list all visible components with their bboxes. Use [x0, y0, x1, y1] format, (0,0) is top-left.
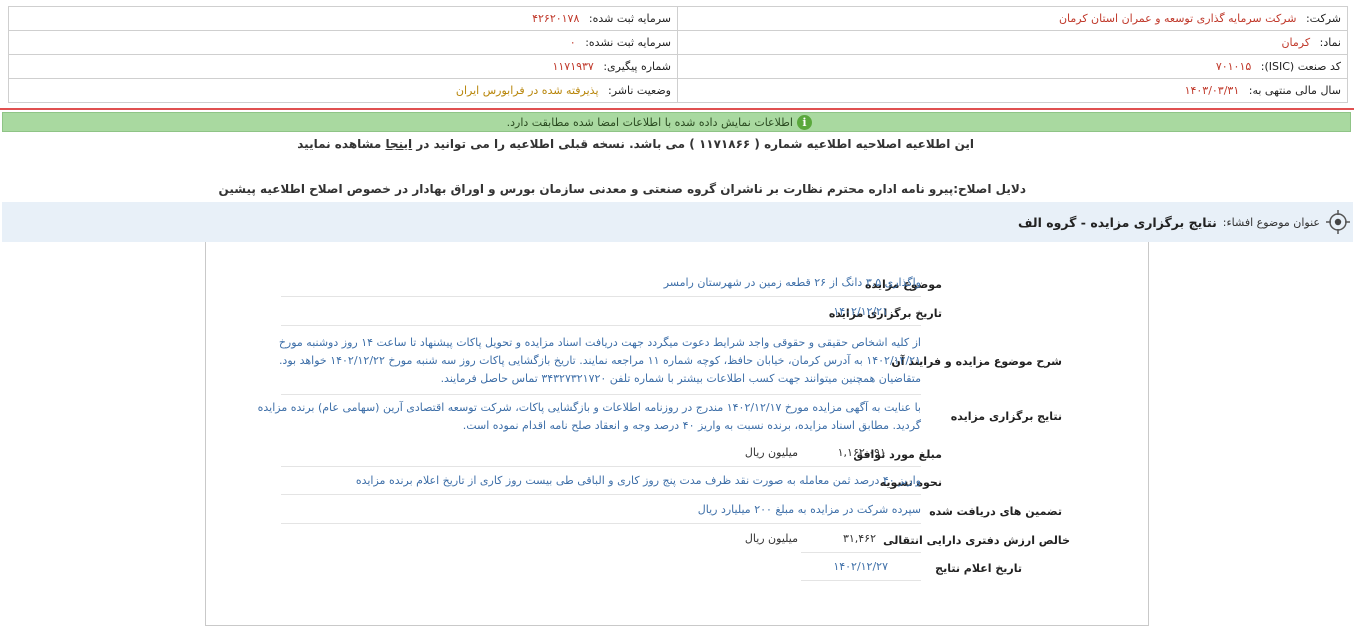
header-row: نماد: کرمان سرمایه ثبت نشده: ۰ — [8, 30, 1348, 55]
book-value-value: ۳۱,۴۶۲ — [842, 532, 876, 545]
info-icon: i — [797, 114, 812, 130]
header-row: سال مالی منتهی به: ۱۴۰۳/۰۳/۳۱ وضعیت ناشر… — [8, 78, 1348, 103]
amount-unit: میلیون ریال — [744, 446, 798, 459]
verification-text: اطلاعات نمایش داده شده با اطلاعات امضا ش… — [506, 115, 793, 129]
status-label: وضعیت ناشر: — [608, 84, 671, 97]
date-value: ۱۴۰۲/۱۲/۲۱ — [833, 305, 888, 318]
company-value[interactable]: شرکت سرمایه گذاری توسعه و عمران استان کر… — [1059, 12, 1297, 25]
header-row: شرکت: شرکت سرمایه گذاری توسعه و عمران اس… — [8, 6, 1348, 31]
divider — [0, 108, 1354, 110]
announce-date-value: ۱۴۰۲/۱۲/۲۷ — [833, 560, 888, 573]
subject-value: واگذاری ۳.۵ دانگ از ۲۶ قطعه زمین در شهرس… — [663, 276, 921, 289]
isic-cell: کد صنعت (ISIC): ۷۰۱۰۱۵ — [677, 54, 1348, 79]
field-underline — [801, 580, 921, 581]
tracking-label: شماره پیگیری: — [603, 60, 671, 73]
correction-notice: این اطلاعیه اصلاحیه اطلاعیه شماره ( ۱۱۷۱… — [297, 137, 974, 151]
previous-version-link[interactable]: اینجا — [385, 137, 412, 151]
details-panel: موضوع مزایده واگذاری ۳.۵ دانگ از ۲۶ قطعه… — [205, 242, 1149, 626]
tracking-value: ۱۱۷۱۹۳۷ — [552, 60, 594, 73]
field-underline — [281, 394, 921, 395]
field-underline — [281, 325, 921, 326]
status-cell: وضعیت ناشر: پذیرفته شده در فرابورس ایران — [8, 78, 678, 103]
unreg-capital-value: ۰ — [569, 36, 576, 49]
target-icon — [1326, 210, 1350, 234]
results-value: با عنایت به آگهی مزایده مورخ ۱۴۰۲/۱۲/۱۷ … — [257, 401, 921, 432]
company-info-table: شرکت: شرکت سرمایه گذاری توسعه و عمران اس… — [8, 6, 1348, 103]
company-cell: شرکت: شرکت سرمایه گذاری توسعه و عمران اس… — [677, 6, 1348, 31]
field-underline — [801, 552, 921, 553]
isic-value: ۷۰۱۰۱۵ — [1215, 60, 1252, 73]
results-label: نتایج برگزاری مزایده — [950, 410, 1062, 423]
company-label: شرکت: — [1305, 12, 1341, 25]
correction-reason: دلایل اصلاح:پیرو نامه اداره محترم نظارت … — [218, 182, 1026, 196]
symbol-cell: نماد: کرمان — [677, 30, 1348, 55]
book-value-label: خالص ارزش دفتری دارایی انتقالی — [883, 534, 1070, 547]
field-underline — [281, 523, 921, 524]
reg-capital-cell: سرمایه ثبت شده: ۴۲۶۲۰۱۷۸ — [8, 6, 678, 31]
reg-capital-value: ۴۲۶۲۰۱۷۸ — [532, 12, 580, 25]
unreg-capital-cell: سرمایه ثبت نشده: ۰ — [8, 30, 678, 55]
field-underline — [281, 466, 921, 467]
announce-date-label: تاریخ اعلام نتایج — [935, 562, 1022, 575]
fiscal-value: ۱۴۰۳/۰۳/۳۱ — [1184, 84, 1240, 97]
tracking-cell: شماره پیگیری: ۱۱۷۱۹۳۷ — [8, 54, 678, 79]
process-value: از کلیه اشخاص حقیقی و حقوقی واجد شرایط د… — [278, 336, 921, 385]
field-underline — [281, 296, 921, 297]
guarantee-label: تضمین های دریافت شده — [929, 505, 1062, 518]
fiscal-cell: سال مالی منتهی به: ۱۴۰۳/۰۳/۳۱ — [677, 78, 1348, 103]
book-value-unit: میلیون ریال — [744, 532, 798, 545]
topic-label: عنوان موضوع افشاء: — [1222, 215, 1320, 229]
guarantee-value: سپرده شرکت در مزایده به مبلغ ۲۰۰ میلیارد… — [697, 503, 921, 516]
status-value: پذیرفته شده در فرابورس ایران — [455, 84, 599, 97]
topic-bar: عنوان موضوع افشاء: نتایج برگزاری مزایده … — [2, 202, 1353, 242]
notice-text: این اطلاعیه اصلاحیه اطلاعیه شماره ( ۱۱۷۱… — [416, 137, 974, 151]
reg-capital-label: سرمایه ثبت شده: — [588, 12, 671, 25]
symbol-label: نماد: — [1319, 36, 1341, 49]
amount-value: ۱,۱۶۲,۰۹۱ — [837, 446, 886, 459]
isic-label: کد صنعت (ISIC): — [1260, 60, 1341, 73]
header-row: کد صنعت (ISIC): ۷۰۱۰۱۵ شماره پیگیری: ۱۱۷… — [8, 54, 1348, 79]
unreg-capital-label: سرمایه ثبت نشده: — [585, 36, 671, 49]
topic-title: نتایج برگزاری مزایده - گروه الف — [1018, 214, 1217, 230]
field-underline — [281, 494, 921, 495]
symbol-value[interactable]: کرمان — [1281, 36, 1310, 49]
verification-banner: i اطلاعات نمایش داده شده با اطلاعات امضا… — [2, 112, 1351, 132]
settlement-value: واریز ۴۰ درصد ثمن معامله به صورت نقد ظرف… — [355, 474, 921, 487]
fiscal-label: سال مالی منتهی به: — [1248, 84, 1341, 97]
notice-text-end: مشاهده نمایید — [297, 137, 382, 151]
